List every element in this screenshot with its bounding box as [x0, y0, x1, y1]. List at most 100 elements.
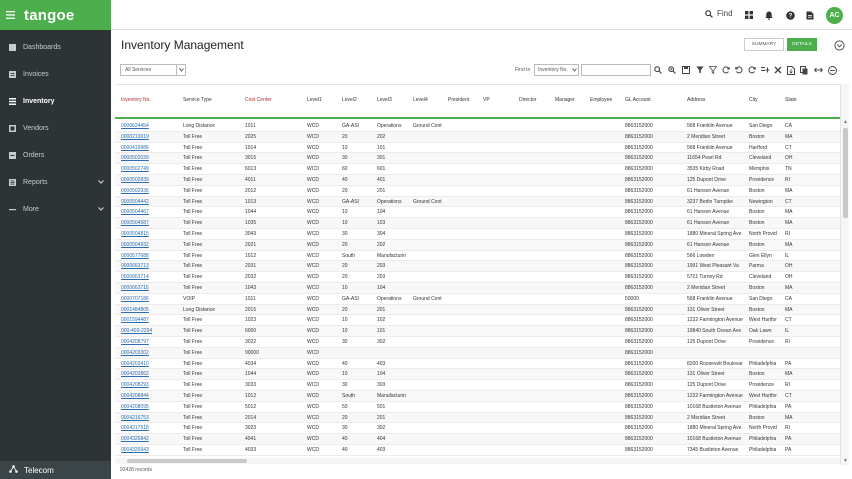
column-header-cost-center[interactable]: Cost Center [245, 97, 272, 103]
summary-button[interactable]: SUMMARY [744, 38, 784, 51]
column-header-service-type[interactable]: Service Type [183, 97, 212, 103]
vertical-scrollbar[interactable]: ▲ ▼ [840, 84, 849, 465]
delete-icon[interactable] [773, 65, 783, 75]
cell-inventory-no[interactable]: 0004217518 [121, 425, 181, 431]
table-row[interactable]: 0000504587 Toll Free 1035 WCD 10 103 886315200… [115, 218, 840, 229]
table-row[interactable]: 0000577688 Toll Free 1012 WCD South Manufactu… [115, 251, 840, 262]
column-header-address[interactable]: Address [687, 97, 705, 103]
table-row[interactable]: 0000663714 Toll Free 2032 WCD 20 203 886315200… [115, 272, 840, 283]
sidebar-item-inventory[interactable]: Inventory [0, 88, 111, 115]
cell-inventory-no[interactable]: 0000577688 [121, 253, 181, 259]
cell-inventory-no[interactable]: 0004208095 [121, 404, 181, 410]
sidebar-item-more[interactable]: More [0, 196, 111, 223]
sidebar-item-invoices[interactable]: Invoices [0, 61, 111, 88]
table-row[interactable]: 0000663713 Toll Free 2031 WCD 20 203 886315200… [115, 261, 840, 273]
cell-inventory-no[interactable]: 0000504932 [121, 242, 181, 248]
cell-inventory-no[interactable]: 0000502749 [121, 166, 181, 172]
table-row[interactable]: 0000502839 Toll Free 4011 WCD 40 401 886315200… [115, 175, 840, 186]
clear-filter-icon[interactable] [708, 65, 718, 75]
cell-inventory-no[interactable]: 0000504587 [121, 220, 181, 226]
horizontal-scrollbar[interactable] [115, 458, 840, 464]
table-row[interactable]: 0004326842 Toll Free 4041 WCD 40 404 886315200… [115, 434, 840, 445]
table-row[interactable]: 0001594487 Toll Free 1023 WCD 10 102 886315200… [115, 315, 840, 327]
add-row-icon[interactable] [760, 65, 770, 75]
cell-inventory-no[interactable]: 0000504815 [121, 231, 181, 237]
sidebar-item-reports[interactable]: Reports [0, 169, 111, 196]
table-row[interactable]: 0004208293 Toll Free 3033 WCD 30 303 886315200… [115, 380, 840, 391]
cell-inventory-no[interactable]: 0004203410 [121, 361, 181, 367]
search-icon[interactable] [653, 65, 663, 75]
dashboard-switch-icon[interactable] [742, 8, 756, 22]
copy-icon[interactable] [799, 65, 809, 75]
column-header-employee[interactable]: Employee [590, 97, 612, 103]
undo-icon[interactable] [734, 65, 744, 75]
table-row[interactable]: 0000419986 Toll Free 1014 WCD 10 101 886315200… [115, 143, 840, 154]
column-header-inventory-no[interactable]: Inventory No. [121, 97, 151, 103]
horizontal-scroll-thumb[interactable] [127, 459, 247, 463]
export-icon[interactable] [786, 65, 796, 75]
sidebar-telecom-switch[interactable]: Telecom [0, 461, 111, 479]
cell-inventory-no[interactable]: 0004208293 [121, 382, 181, 388]
global-find[interactable]: Find [705, 9, 733, 18]
scroll-up-icon[interactable]: ▲ [843, 119, 848, 125]
table-row[interactable]: 0000504932 Toll Free 2021 WCD 20 202 886315200… [115, 239, 840, 251]
find-in-select[interactable]: Inventory No. [534, 64, 579, 76]
vertical-scroll-thumb[interactable] [843, 128, 848, 218]
table-row[interactable]: 0004208797 Toll Free 3022 WCD 30 302 886315200… [115, 337, 840, 348]
table-row[interactable]: 0000504467 Toll Free 1044 WCD 10 104 886315200… [115, 207, 840, 219]
cell-inventory-no[interactable]: 0001594487 [121, 317, 181, 323]
cell-inventory-no[interactable]: 0000504467 [121, 209, 181, 215]
column-header-manager[interactable]: Manager [555, 97, 575, 103]
table-row[interactable]: 0000502749 Toll Free 6013 WCD 60 601 886315200… [115, 164, 840, 175]
cell-inventory-no[interactable]: 0004208844 [121, 393, 181, 399]
cell-inventory-no[interactable]: 0000663713 [121, 263, 181, 269]
cell-inventory-no[interactable]: 0000663714 [121, 274, 181, 280]
table-row[interactable]: 0001484805 Long Distance 2015 WCD 20 201 88631… [115, 304, 840, 316]
app-logo[interactable]: tangoe [24, 7, 74, 24]
table-row[interactable]: 0000624454 Long Distance 1011 WCD GA-ASI Oper… [115, 121, 840, 132]
cell-inventory-no[interactable]: 0004326842 [121, 436, 181, 442]
column-header-level1[interactable]: Level1 [307, 97, 322, 103]
sidebar-item-orders[interactable]: Orders [0, 142, 111, 169]
cell-inventory-no[interactable]: 0000504442 [121, 199, 181, 205]
column-header-vp[interactable]: VP [483, 97, 490, 103]
cell-inventory-no[interactable]: 000-403-2294 [121, 328, 181, 334]
redo-icon[interactable] [747, 65, 757, 75]
find-in-input[interactable] [581, 64, 651, 76]
cell-inventory-no[interactable]: 0004203862 [121, 371, 181, 377]
table-row[interactable]: 0004216753 Toll Free 2014 WCD 20 201 886315200… [115, 412, 840, 424]
column-header-president[interactable]: President [448, 97, 469, 103]
table-row[interactable]: 0004208844 Toll Free 1012 WCD South Manufactu… [115, 391, 840, 402]
column-header-director[interactable]: Director [519, 97, 537, 103]
table-row[interactable]: 0000502039 Toll Free 3015 WCD 30 301 886315200… [115, 153, 840, 165]
table-row[interactable]: 0000504442 Toll Free 1013 WCD GA-ASI Operatio… [115, 196, 840, 208]
user-avatar[interactable]: AC [826, 7, 843, 24]
table-row[interactable]: 0000213019 Toll Free 2025 WCD 20 202 886315200… [115, 131, 840, 143]
cell-inventory-no[interactable]: 0004216753 [121, 415, 181, 421]
filter-icon[interactable] [695, 65, 705, 75]
documents-icon[interactable] [803, 8, 817, 22]
column-header-state[interactable]: State [785, 97, 797, 103]
cell-inventory-no[interactable]: 0004208797 [121, 339, 181, 345]
table-row[interactable]: 0004326943 Toll Free 4033 WCD 40 403 886315200… [115, 445, 840, 456]
clear-icon[interactable] [827, 65, 837, 75]
table-row[interactable]: 0004203862 Toll Free 1044 WCD 10 104 886315200… [115, 369, 840, 381]
cell-inventory-no[interactable]: 0000707186 [121, 296, 181, 302]
scroll-down-icon[interactable]: ▼ [843, 458, 848, 464]
advanced-search-icon[interactable] [667, 65, 677, 75]
cell-inventory-no[interactable]: 0000502039 [121, 155, 181, 161]
chevron-down-icon[interactable] [98, 179, 104, 186]
refresh-icon[interactable] [721, 65, 731, 75]
details-button[interactable]: DETAILS [787, 38, 817, 51]
save-icon[interactable] [681, 65, 691, 75]
sidebar-item-dashboards[interactable]: Dashboards [0, 34, 111, 61]
table-row[interactable]: 0000502936 Toll Free 2012 WCD 20 201 886315200… [115, 186, 840, 197]
cell-inventory-no[interactable]: 0000502839 [121, 177, 181, 183]
cell-inventory-no[interactable]: 0000624454 [121, 123, 181, 129]
cell-inventory-no[interactable]: 0004203302 [121, 350, 181, 356]
service-filter-select[interactable]: All Services [120, 64, 186, 76]
cell-inventory-no[interactable]: 0000419986 [121, 145, 181, 151]
settings-icon[interactable] [834, 38, 845, 56]
table-row[interactable]: 0000504815 Toll Free 3043 WCD 30 304 886315200… [115, 229, 840, 240]
cell-inventory-no[interactable]: 0001484805 [121, 307, 181, 313]
